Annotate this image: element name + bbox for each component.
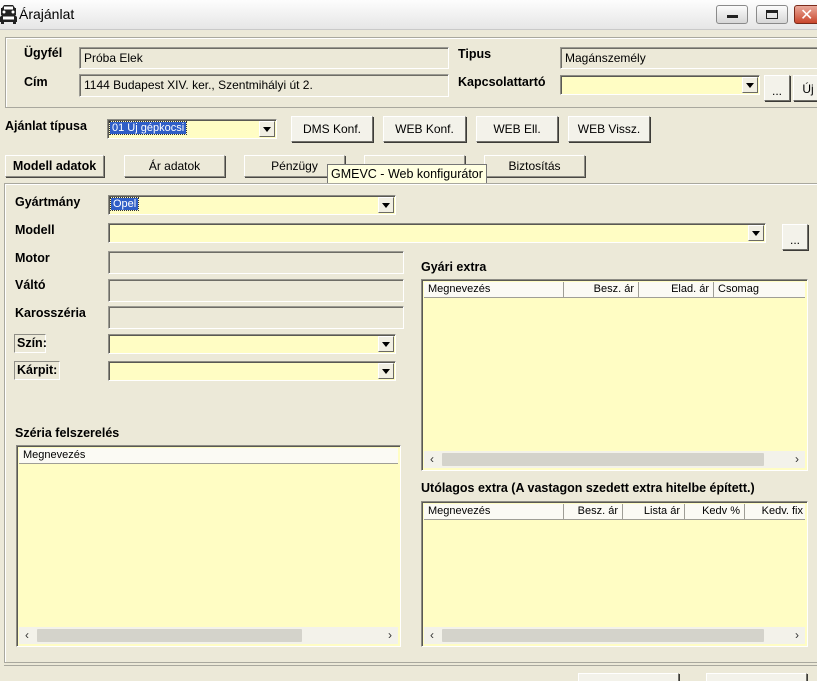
- color-label: Szín:: [17, 336, 47, 350]
- new-contact-button[interactable]: Új: [793, 75, 817, 101]
- offer-type-value: 01 Új gépkocsi: [108, 121, 188, 135]
- contact-dropdown-button[interactable]: [742, 77, 758, 93]
- horizontal-scrollbar[interactable]: ‹ ›: [424, 627, 805, 644]
- aftermarket-extra-title: Utólagos extra (A vastagon szedett extra…: [421, 481, 755, 495]
- minimize-button[interactable]: [716, 5, 748, 24]
- gearbox-label: Váltó: [15, 278, 46, 292]
- chevron-down-icon: [382, 342, 390, 347]
- contact-browse-button[interactable]: ...: [764, 75, 790, 101]
- column-header[interactable]: Lista ár: [623, 504, 685, 520]
- list-header: Megnevezés Besz. ár Lista ár Kedv % Kedv…: [424, 504, 805, 520]
- web-konf-button[interactable]: WEB Konf.: [383, 116, 466, 142]
- scroll-right-icon[interactable]: ›: [383, 628, 397, 643]
- column-header[interactable]: Elad. ár: [639, 282, 714, 298]
- offer-type-dropdown-button[interactable]: [259, 121, 275, 137]
- list-header: Megnevezés: [19, 448, 398, 464]
- standard-equipment-list[interactable]: Megnevezés ‹ ›: [16, 445, 401, 647]
- upholstery-combo[interactable]: [108, 361, 396, 381]
- upholstery-label: Kárpit:: [17, 363, 58, 377]
- type-label: Tipus: [458, 47, 492, 61]
- list-header: Megnevezés Besz. ár Elad. ár Csomag: [424, 282, 805, 298]
- make-dropdown-button[interactable]: [378, 197, 394, 213]
- column-header[interactable]: Megnevezés: [424, 504, 564, 520]
- bottom-button-left[interactable]: [578, 673, 679, 681]
- scroll-left-icon[interactable]: ‹: [20, 628, 34, 643]
- scroll-left-icon[interactable]: ‹: [425, 452, 439, 467]
- upholstery-dropdown-button[interactable]: [378, 363, 394, 379]
- factory-extra-list[interactable]: Megnevezés Besz. ár Elad. ár Csomag ‹ ›: [421, 279, 808, 471]
- color-dropdown-button[interactable]: [378, 336, 394, 352]
- standard-equipment-title: Széria felszerelés: [15, 426, 120, 440]
- engine-field: [108, 251, 404, 274]
- bottom-button-right[interactable]: [706, 673, 807, 681]
- scroll-right-icon[interactable]: ›: [790, 452, 804, 467]
- chevron-down-icon: [263, 127, 271, 132]
- scrollbar-thumb[interactable]: [37, 629, 302, 642]
- column-header[interactable]: Besz. ár: [564, 504, 623, 520]
- window-title: Árajánlat: [19, 6, 75, 22]
- bottom-divider: [4, 665, 817, 666]
- scroll-right-icon[interactable]: ›: [790, 628, 804, 643]
- column-header[interactable]: Csomag: [714, 282, 807, 298]
- title-bar: Árajánlat ✕: [0, 0, 817, 30]
- client-label: Ügyfél: [24, 46, 63, 60]
- body-label: Karosszéria: [15, 306, 86, 320]
- chevron-down-icon: [746, 83, 754, 88]
- engine-label: Motor: [15, 251, 50, 265]
- body-field: [108, 306, 404, 329]
- make-value: Opel: [109, 197, 140, 211]
- scrollbar-thumb[interactable]: [442, 629, 764, 642]
- tab-price-data[interactable]: Ár adatok: [124, 155, 225, 177]
- web-konf-tooltip: GMEVC - Web konfigurátor: [327, 164, 487, 184]
- web-vissz-button[interactable]: WEB Vissz.: [568, 116, 650, 142]
- color-combo[interactable]: [108, 334, 396, 354]
- scroll-left-icon[interactable]: ‹: [425, 628, 439, 643]
- horizontal-scrollbar[interactable]: ‹ ›: [424, 451, 805, 468]
- offer-type-label: Ajánlat típusa: [5, 119, 87, 133]
- maximize-icon: [766, 10, 778, 19]
- address-field: 1144 Budapest XIV. ker., Szentmihályi út…: [79, 74, 449, 97]
- column-header[interactable]: Megnevezés: [19, 448, 400, 464]
- column-header[interactable]: Megnevezés: [424, 282, 564, 298]
- tab-insurance[interactable]: Biztosítás: [484, 155, 585, 177]
- make-combo[interactable]: Opel: [108, 195, 396, 215]
- make-label: Gyártmány: [15, 195, 81, 209]
- model-combo[interactable]: [108, 223, 766, 243]
- model-dropdown-button[interactable]: [748, 225, 764, 241]
- dms-konf-button[interactable]: DMS Konf.: [291, 116, 373, 142]
- model-label: Modell: [15, 223, 55, 237]
- horizontal-scrollbar[interactable]: ‹ ›: [19, 627, 398, 644]
- client-field: Próba Elek: [79, 47, 449, 69]
- contact-label: Kapcsolattartó: [458, 75, 546, 89]
- column-header[interactable]: Besz. ár: [564, 282, 639, 298]
- column-header[interactable]: Kedv %: [685, 504, 745, 520]
- chevron-down-icon: [382, 203, 390, 208]
- chevron-down-icon: [752, 231, 760, 236]
- maximize-button[interactable]: [756, 5, 788, 24]
- offer-type-combo[interactable]: 01 Új gépkocsi: [107, 119, 277, 139]
- aftermarket-extra-list[interactable]: Megnevezés Besz. ár Lista ár Kedv % Kedv…: [421, 501, 808, 647]
- gearbox-field: [108, 279, 404, 302]
- scrollbar-thumb[interactable]: [442, 453, 764, 466]
- tab-model-data[interactable]: Modell adatok: [5, 155, 104, 177]
- factory-extra-title: Gyári extra: [421, 260, 487, 274]
- column-header[interactable]: Kedv. fix: [745, 504, 807, 520]
- contact-combo[interactable]: [560, 75, 760, 95]
- address-label: Cím: [24, 75, 48, 89]
- web-ell-button[interactable]: WEB Ell.: [476, 116, 558, 142]
- close-button[interactable]: ✕: [794, 5, 817, 24]
- car-icon: [0, 5, 17, 24]
- model-browse-button[interactable]: ...: [782, 224, 808, 250]
- minimize-icon: [727, 15, 738, 18]
- chevron-down-icon: [382, 369, 390, 374]
- customer-type-field: Magánszemély: [560, 47, 817, 69]
- close-icon: ✕: [800, 7, 814, 24]
